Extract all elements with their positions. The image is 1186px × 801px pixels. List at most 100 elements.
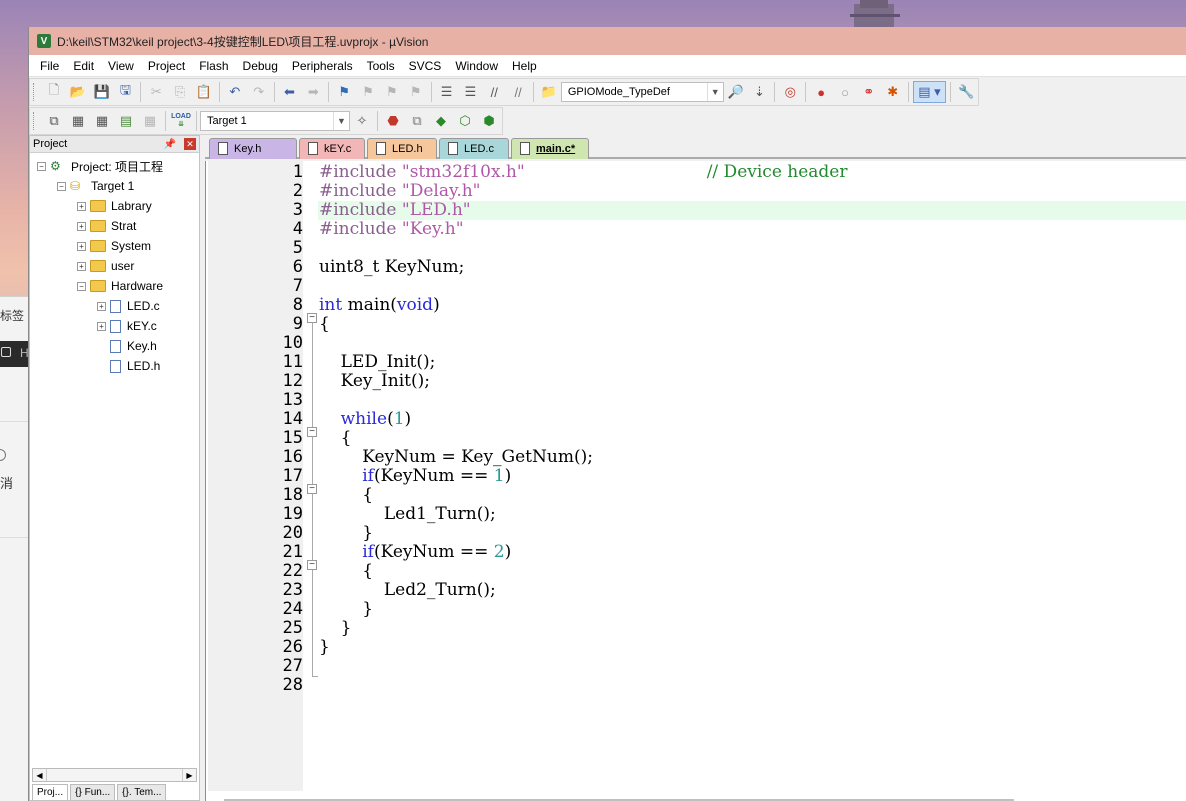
tree-group-strat[interactable]: + Strat [77, 216, 136, 236]
chevron-down-icon[interactable]: ▼ [333, 112, 349, 130]
expand-icon[interactable]: + [77, 261, 86, 271]
batch-build-icon[interactable]: ▤ [115, 110, 137, 132]
next-bookmark-icon[interactable]: ⚑ [381, 81, 403, 103]
chevron-down-icon[interactable]: ▼ [706, 83, 723, 101]
tab-led-h[interactable]: LED.h [367, 138, 437, 159]
tree-file-led-c[interactable]: + LED.c [97, 296, 160, 316]
close-icon[interactable]: ✕ [184, 138, 196, 150]
build-icon[interactable]: ▦ [67, 110, 89, 132]
disable-all-breakpoints-icon[interactable]: ⚭ [858, 81, 880, 103]
tree-group-user[interactable]: + user [77, 256, 134, 276]
menu-tools[interactable]: Tools [360, 55, 402, 77]
menu-debug[interactable]: Debug [236, 55, 285, 77]
save-icon[interactable]: 💾 [91, 81, 113, 103]
tab-main-c[interactable]: main.c* [511, 138, 589, 159]
fold-collapse-icon[interactable]: − [307, 484, 317, 494]
debug-session-icon[interactable]: ◎ [779, 81, 801, 103]
nav-back-icon[interactable]: ⬅ [279, 81, 301, 103]
expand-icon[interactable]: + [77, 221, 86, 231]
title-bar[interactable]: V D:\keil\STM32\keil project\3-4按键控制LED\… [29, 27, 1186, 55]
tab-functions[interactable]: {} Fun... [70, 784, 116, 800]
tree-group-labrary[interactable]: + Labrary [77, 196, 152, 216]
tree-file-key-h[interactable]: Key.h [110, 336, 157, 356]
configure-icon[interactable]: 🔧 [955, 81, 977, 103]
window-layout-icon[interactable]: ▤ ▾ [912, 81, 947, 103]
stop-build-icon[interactable]: ▦ [139, 110, 161, 132]
project-horizontal-scrollbar[interactable]: ◀ ▶ [32, 768, 197, 782]
tree-file-key-c[interactable]: + kEY.c [97, 316, 157, 336]
expand-icon[interactable]: + [77, 241, 86, 251]
tab-project[interactable]: Proj... [32, 784, 69, 800]
menu-flash[interactable]: Flash [192, 55, 235, 77]
code-editor[interactable]: 1 2 3 4 5 6 7 8 9 10 11 12 13 14 15 16 17 18 19 20 21 22 23 24 2… [205, 161, 1186, 801]
unindent-icon[interactable]: ☰ [459, 81, 481, 103]
select-packs-icon[interactable]: ◆ [430, 110, 452, 132]
run-time-env-icon[interactable]: ⬡ [454, 110, 476, 132]
collapse-icon[interactable]: − [77, 281, 86, 291]
tree-group-system[interactable]: + System [77, 236, 151, 256]
fold-collapse-icon[interactable]: − [307, 313, 317, 323]
comment-icon[interactable]: // [483, 81, 505, 103]
code-token: #include [319, 162, 402, 182]
copy-icon[interactable]: ⎘ [169, 81, 191, 103]
incremental-find-icon[interactable]: ⇣ [749, 81, 771, 103]
clear-bookmarks-icon[interactable]: ⚑ [405, 81, 427, 103]
fold-collapse-icon[interactable]: − [307, 427, 317, 437]
find-combo[interactable]: GPIOMode_TypeDef ▼ [560, 82, 724, 102]
menu-file[interactable]: File [33, 55, 66, 77]
expand-icon[interactable]: + [77, 201, 86, 211]
tree-file-led-h[interactable]: LED.h [110, 356, 160, 376]
redo-icon[interactable]: ↷ [248, 81, 270, 103]
tab-key-c[interactable]: kEY.c [299, 138, 365, 159]
target-combo[interactable]: Target 1 ▼ [200, 111, 350, 131]
uncomment-icon[interactable]: // [507, 81, 529, 103]
prev-bookmark-icon[interactable]: ⚑ [357, 81, 379, 103]
scroll-right-icon[interactable]: ▶ [182, 769, 196, 781]
pack-installer-icon[interactable]: ⬢ [478, 110, 500, 132]
tab-templates[interactable]: {}. Tem... [117, 784, 167, 800]
rebuild-icon[interactable]: ▦ [91, 110, 113, 132]
tab-led-c[interactable]: LED.c [439, 138, 509, 159]
manage-components-icon[interactable]: ⬣ [382, 110, 404, 132]
tree-group-hardware[interactable]: − Hardware [77, 276, 163, 296]
toolbar-grip[interactable] [33, 83, 39, 101]
find-in-files-icon[interactable]: 📁 [538, 81, 560, 103]
cut-icon[interactable]: ✂ [145, 81, 167, 103]
bookmark-icon[interactable]: ⚑ [333, 81, 355, 103]
expand-icon[interactable]: + [97, 301, 106, 311]
tree-project-root[interactable]: − ⚙ Project: 项目工程 [37, 156, 163, 176]
paste-icon[interactable]: 📋 [193, 81, 215, 103]
tab-key-h[interactable]: Key.h [209, 138, 297, 159]
open-icon[interactable]: 📂 [67, 81, 89, 103]
nav-forward-icon[interactable]: ➡ [302, 81, 324, 103]
collapse-icon[interactable]: − [37, 161, 46, 171]
breakpoint-icon[interactable]: ● [810, 81, 832, 103]
disable-breakpoint-icon[interactable]: ○ [834, 81, 856, 103]
menu-edit[interactable]: Edit [66, 55, 101, 77]
menu-view[interactable]: View [101, 55, 141, 77]
tree-target[interactable]: − ⛁ Target 1 [57, 176, 134, 196]
collapse-icon[interactable]: − [57, 181, 66, 191]
expand-icon[interactable]: + [97, 321, 106, 331]
pin-icon[interactable]: 📌 [164, 139, 176, 150]
translate-icon[interactable]: ⧉ [43, 110, 65, 132]
new-file-icon[interactable]: 🗋 [43, 81, 65, 103]
line-number: 11 [282, 352, 303, 372]
kill-breakpoints-icon[interactable]: ✱ [882, 81, 904, 103]
toolbar-grip[interactable] [33, 112, 39, 130]
menu-project[interactable]: Project [141, 55, 192, 77]
file-extensions-icon[interactable]: ⧉ [406, 110, 428, 132]
menu-help[interactable]: Help [505, 55, 544, 77]
menu-peripherals[interactable]: Peripherals [285, 55, 360, 77]
indent-icon[interactable]: ☰ [436, 81, 458, 103]
fold-collapse-icon[interactable]: − [307, 560, 317, 570]
undo-icon[interactable]: ↶ [224, 81, 246, 103]
download-icon[interactable]: LOAD ⇊ [170, 110, 192, 132]
find-icon[interactable]: 🔎 [725, 81, 747, 103]
menu-window[interactable]: Window [448, 55, 505, 77]
scroll-left-icon[interactable]: ◀ [33, 769, 47, 781]
menu-svcs[interactable]: SVCS [402, 55, 449, 77]
toolbar-separator [950, 82, 952, 102]
save-all-icon[interactable]: 🖫 [115, 81, 137, 103]
target-options-icon[interactable]: ✧ [351, 110, 373, 132]
